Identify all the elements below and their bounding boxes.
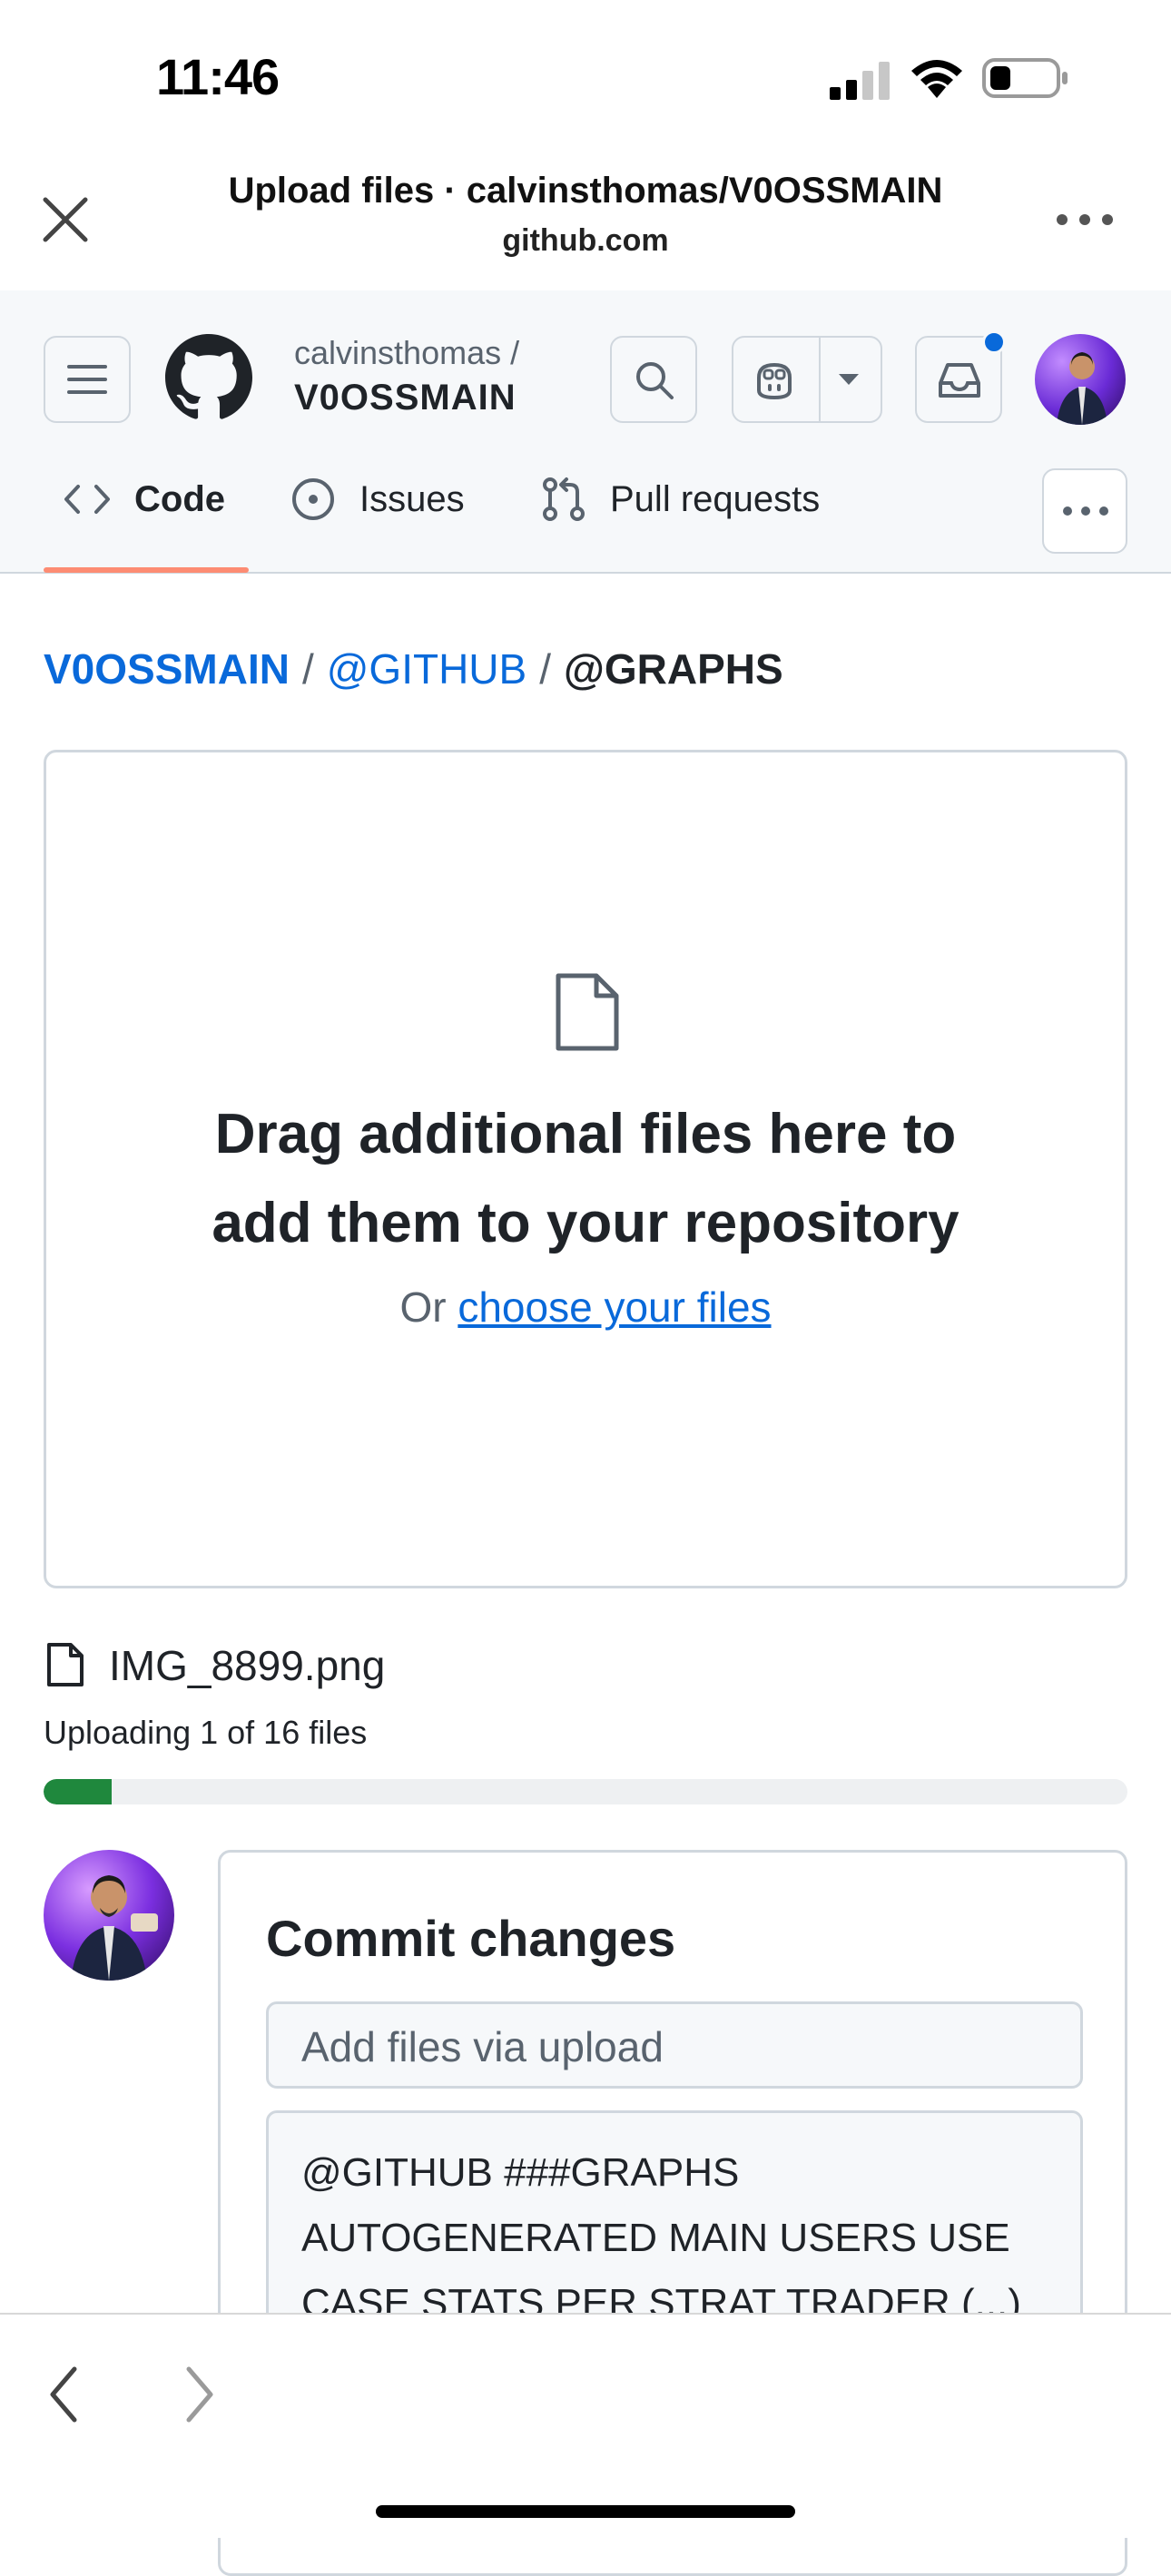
file-icon [556,973,619,1051]
clock: 11:46 [156,48,280,105]
file-icon [47,1643,84,1686]
breadcrumb-current: @GRAPHS [564,645,783,693]
github-header: calvinsthomas / V0OSSMAIN Code Issues Pu… [0,290,1171,574]
tab-issues-label: Issues [359,478,465,519]
avatar[interactable] [1035,334,1126,425]
tab-code-label: Code [134,478,225,519]
repo-name[interactable]: V0OSSMAIN [294,378,517,418]
avatar [44,1850,174,1981]
breadcrumb-github-link[interactable]: @GITHUB [327,644,526,693]
tab-issues[interactable]: Issues [290,467,465,531]
hamburger-icon [67,365,107,394]
browser-bottom-bar [0,2313,1171,2538]
file-drop-zone[interactable]: Drag additional files here to add them t… [44,750,1127,1588]
back-icon[interactable] [45,2365,82,2424]
drop-instructions: Drag additional files here to add them t… [46,1090,1125,1268]
issue-icon [292,478,334,520]
battery-icon [982,58,1068,98]
code-icon [64,485,110,514]
breadcrumb-separator: / [539,645,551,693]
browser-domain: github.com [502,223,669,258]
commit-title: Commit changes [266,1910,676,1967]
notification-dot [982,330,1006,354]
cellular-signal-icon [830,62,890,100]
breadcrumb-separator: / [301,645,314,693]
browser-header: Upload files · calvinsthomas/V0OSSMAIN g… [0,154,1171,290]
home-indicator [376,2505,795,2518]
inbox-icon [939,363,980,398]
tab-pull-requests-label: Pull requests [610,478,821,519]
or-text: Or [399,1283,458,1331]
choose-files-line: Or choose your files [46,1283,1125,1332]
tab-code[interactable]: Code [64,467,225,531]
status-bar: 11:46 [0,0,1171,154]
copilot-button[interactable] [732,336,882,423]
more-tabs-button[interactable] [1042,468,1127,554]
commit-summary-input[interactable]: Add files via upload [266,2001,1083,2089]
drop-instructions-line1: Drag additional files here to [214,1103,957,1165]
drop-instructions-line2: add them to your repository [212,1192,959,1254]
browser-page-title: Upload files · calvinsthomas/V0OSSMAIN [228,171,943,211]
search-icon [636,362,674,399]
forward-icon[interactable] [182,2365,218,2424]
chevron-down-icon [839,374,859,385]
github-logo-icon[interactable] [165,334,252,421]
upload-status: Uploading 1 of 16 files [44,1714,368,1751]
more-options-icon [1063,506,1108,516]
tab-pull-requests[interactable]: Pull requests [541,467,820,531]
wifi-icon [911,60,962,98]
uploading-file-name: IMG_8899.png [109,1642,386,1689]
breadcrumb: V0OSSMAIN / @GITHUB / @GRAPHS [44,644,783,693]
search-button[interactable] [610,336,697,423]
repo-owner[interactable]: calvinsthomas / [294,334,519,372]
upload-progress-bar [44,1779,1127,1804]
upload-progress-fill [44,1779,112,1804]
choose-files-link[interactable]: choose your files [458,1283,771,1331]
active-tab-underline [44,567,249,573]
more-options-icon[interactable] [1053,202,1117,238]
breadcrumb-repo-link[interactable]: V0OSSMAIN [44,644,290,693]
copilot-icon [757,362,792,400]
menu-button[interactable] [44,336,131,423]
pull-request-icon [543,477,585,521]
